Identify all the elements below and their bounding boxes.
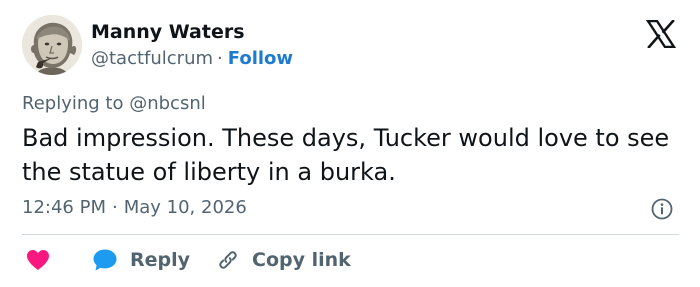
reply-bubble-icon xyxy=(93,249,117,271)
replying-to-line: Replying to @nbcsnl xyxy=(22,93,206,114)
copy-link-label: Copy link xyxy=(252,249,351,271)
timestamp-separator: · xyxy=(111,197,118,218)
tweet-time: 12:46 PM xyxy=(22,197,106,218)
replying-prefix: Replying to xyxy=(22,93,124,114)
follow-button[interactable]: Follow xyxy=(228,48,293,69)
tweet-timestamp[interactable]: 12:46 PM · May 10, 2026 xyxy=(22,197,247,218)
info-icon[interactable] xyxy=(651,198,673,220)
avatar-portrait-icon xyxy=(22,15,82,75)
heart-icon xyxy=(27,250,49,270)
tweet-date: May 10, 2026 xyxy=(123,197,247,218)
x-logo-icon[interactable] xyxy=(645,19,677,49)
reply-button[interactable]: Reply xyxy=(92,246,190,274)
handle-separator: · xyxy=(217,48,223,69)
author-name[interactable]: Manny Waters xyxy=(91,21,245,43)
tweet-embed-card: Manny Waters @tactfulcrum · Follow Replyin… xyxy=(0,0,700,287)
copy-link-button[interactable]: Copy link xyxy=(216,246,351,274)
divider xyxy=(22,234,679,235)
avatar[interactable] xyxy=(22,15,82,75)
link-icon xyxy=(219,251,237,269)
author-handle-row: @tactfulcrum · Follow xyxy=(91,48,293,69)
tweet-text: Bad impression. These days, Tucker would… xyxy=(22,124,670,186)
author-handle[interactable]: @tactfulcrum xyxy=(91,48,213,69)
replying-mention[interactable]: @nbcsnl xyxy=(129,93,206,114)
reply-label: Reply xyxy=(130,249,191,271)
like-button[interactable] xyxy=(26,246,50,274)
